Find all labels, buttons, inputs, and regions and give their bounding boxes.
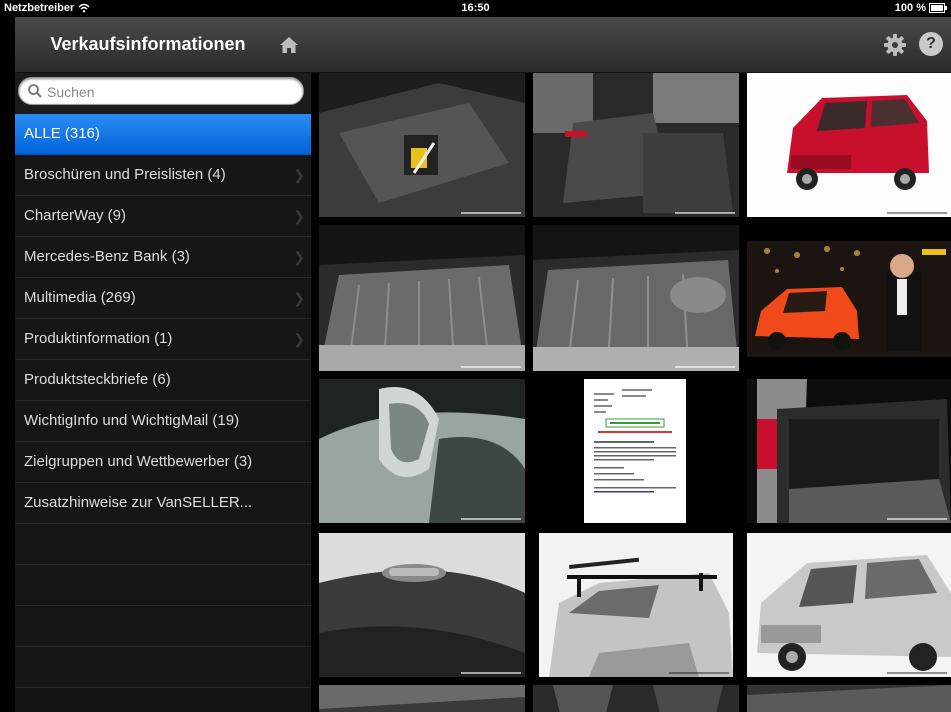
thumbnail-image: [584, 379, 686, 523]
battery-group: 100 %: [894, 2, 947, 14]
thumbnail-image: [533, 685, 739, 712]
thumbnail-image: [319, 225, 525, 371]
chevron-right-icon: ❯: [293, 290, 305, 306]
category-item-broschueren[interactable]: Broschüren und Preislisten (4) ❯: [15, 155, 311, 196]
media-thumbnail[interactable]: [533, 225, 739, 371]
category-item-alle[interactable]: ALLE (316): [15, 114, 311, 155]
category-item-charterway[interactable]: CharterWay (9) ❯: [15, 196, 311, 237]
thumbnail-image: [747, 241, 951, 357]
chevron-right-icon: ❯: [293, 331, 305, 347]
category-label: WichtigInfo und WichtigMail (19): [24, 412, 240, 429]
thumbnail-image: [319, 379, 525, 523]
thumbnail-caption: [669, 672, 729, 674]
gear-icon[interactable]: [884, 34, 906, 56]
thumbnail-caption: [675, 366, 735, 368]
category-label: Produktinformation (1): [24, 330, 173, 347]
thumbnail-caption: [461, 672, 521, 674]
category-item-bank[interactable]: Mercedes-Benz Bank (3) ❯: [15, 237, 311, 278]
battery-icon: [929, 3, 947, 13]
chevron-right-icon: ❯: [293, 208, 305, 224]
sidebar-header: Verkaufsinformationen: [15, 17, 311, 73]
main-toolbar: ?: [311, 17, 951, 73]
search-field[interactable]: [18, 77, 304, 105]
media-thumbnail[interactable]: [747, 73, 951, 217]
thumbnail-caption: [887, 672, 947, 674]
category-label: Broschüren und Preislisten (4): [24, 166, 226, 183]
list-empty-row: [15, 524, 311, 565]
category-item-wichtiginfo[interactable]: WichtigInfo und WichtigMail (19): [15, 401, 311, 442]
media-thumbnail[interactable]: [747, 533, 951, 677]
media-thumbnail[interactable]: [533, 73, 739, 217]
media-thumbnail[interactable]: [319, 533, 525, 677]
chevron-right-icon: ❯: [293, 167, 305, 183]
thumbnail-caption: [887, 518, 947, 520]
clock: 16:50: [461, 2, 490, 14]
media-thumbnail[interactable]: [747, 379, 951, 523]
media-thumbnail[interactable]: [319, 685, 525, 712]
thumbnail-caption: [887, 212, 947, 214]
thumbnail-image: [747, 533, 951, 677]
sidebar: Verkaufsinformationen ALLE (316) Broschü…: [15, 17, 311, 712]
thumbnail-image: [539, 533, 733, 677]
thumbnail-caption: [461, 366, 521, 368]
category-label: Mercedes-Benz Bank (3): [24, 248, 190, 265]
category-item-zielgruppen[interactable]: Zielgruppen und Wettbewerber (3): [15, 442, 311, 483]
sidebar-title: Verkaufsinformationen: [50, 34, 246, 54]
search-icon: [28, 84, 42, 98]
media-thumbnail[interactable]: [747, 241, 951, 357]
media-thumbnail[interactable]: [539, 533, 733, 677]
media-thumbnail[interactable]: [319, 225, 525, 371]
category-item-zusatzhinweise[interactable]: Zusatzhinweise zur VanSELLER...: [15, 483, 311, 524]
search-input[interactable]: [45, 81, 289, 103]
list-empty-row: [15, 606, 311, 647]
help-button[interactable]: ?: [919, 32, 943, 56]
category-label: Zielgruppen und Wettbewerber (3): [24, 453, 253, 470]
main-content: ?: [311, 17, 951, 712]
media-thumbnail[interactable]: [533, 685, 739, 712]
media-thumbnail[interactable]: [584, 379, 686, 523]
category-label: Produktsteckbriefe (6): [24, 371, 171, 388]
category-item-produktinformation[interactable]: Produktinformation (1) ❯: [15, 319, 311, 360]
search-bar: [15, 73, 311, 114]
category-label: ALLE (316): [24, 125, 100, 142]
thumbnail-image: [319, 533, 525, 677]
category-item-multimedia[interactable]: Multimedia (269) ❯: [15, 278, 311, 319]
thumbnail-image: [747, 379, 951, 523]
thumbnail-image: [747, 73, 951, 217]
home-icon[interactable]: [279, 36, 299, 54]
list-empty-row: [15, 647, 311, 688]
media-thumbnail[interactable]: [747, 685, 951, 712]
battery-label: 100 %: [894, 2, 926, 14]
category-item-produktsteckbriefe[interactable]: Produktsteckbriefe (6): [15, 360, 311, 401]
thumbnail-image: [319, 73, 525, 217]
list-empty-row: [15, 565, 311, 606]
thumbnail-image: [533, 225, 739, 371]
thumbnail-caption: [675, 212, 735, 214]
thumbnail-image: [533, 73, 739, 217]
thumbnail-caption: [461, 518, 521, 520]
category-label: Zusatzhinweise zur VanSELLER...: [24, 494, 253, 511]
status-bar: Netzbetreiber 16:50 100 %: [0, 0, 951, 17]
thumbnail-image: [747, 685, 951, 712]
thumbnail-image: [319, 685, 525, 712]
chevron-right-icon: ❯: [293, 249, 305, 265]
media-thumbnail[interactable]: [319, 379, 525, 523]
category-label: CharterWay (9): [24, 207, 126, 224]
media-thumbnail[interactable]: [319, 73, 525, 217]
category-label: Multimedia (269): [24, 289, 136, 306]
thumbnail-caption: [461, 212, 521, 214]
category-list: ALLE (316) Broschüren und Preislisten (4…: [15, 114, 311, 688]
